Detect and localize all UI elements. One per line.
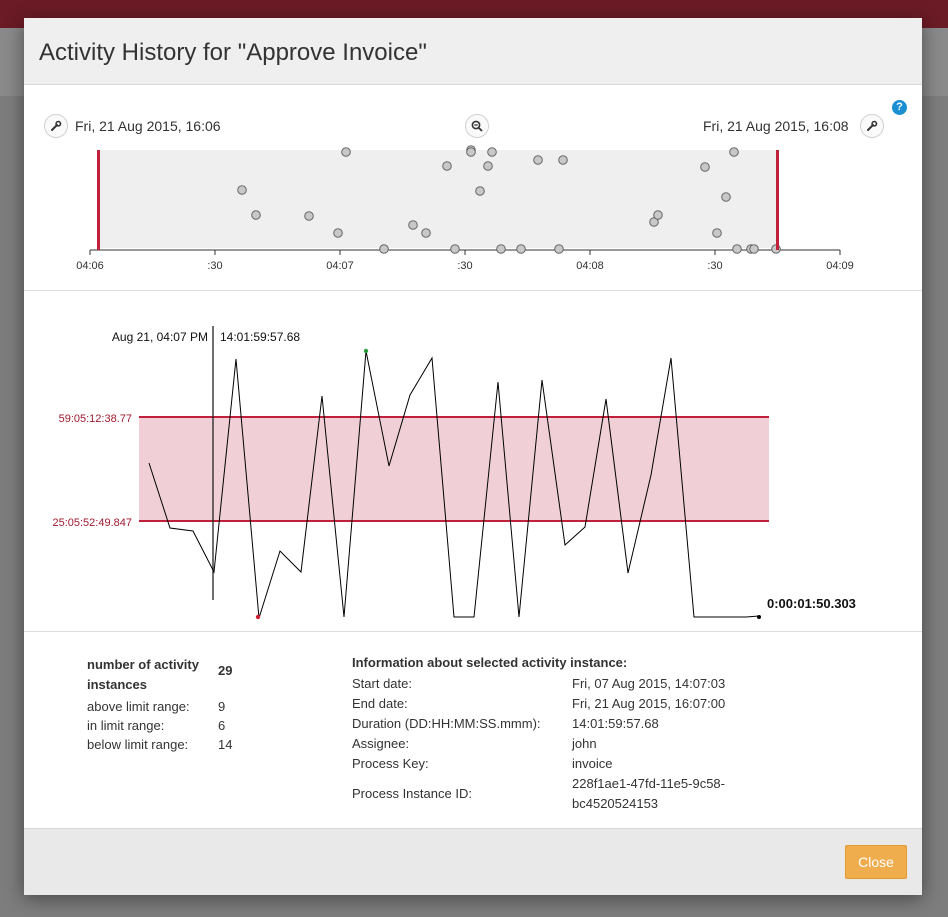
timeline-instance-dot[interactable] [466, 147, 476, 157]
hover-value-label: 14:01:59:57.68 [220, 330, 300, 344]
process-instance-value-line-1: 228f1ae1-47fd-11e5-9c58- [572, 776, 725, 791]
activity-history-modal: Activity History for "Approve Invoice" ?… [24, 18, 922, 895]
stats-in-value: 6 [218, 718, 226, 733]
end-date-value: Fri, 21 Aug 2015, 16:07:00 [572, 696, 726, 711]
timeline-instance-dot[interactable] [496, 244, 506, 254]
timeline-instance-dot[interactable] [483, 161, 493, 171]
duration-line-chart[interactable]: 59:05:12:38.77 25:05:52:49.847 Aug 21, 0… [24, 300, 922, 620]
timeline-scatter-chart[interactable]: 04:06 :30 04:07 :30 04:08 :30 04:09 [24, 144, 922, 294]
timeline-instance-dot[interactable] [333, 228, 343, 238]
timeline-instance-dot[interactable] [749, 244, 759, 254]
timeline-instance-dot[interactable] [251, 210, 261, 220]
selection-end-handle[interactable] [776, 150, 779, 250]
end-date-label: End date: [352, 696, 408, 711]
info-heading: Information about selected activity inst… [352, 655, 628, 670]
timeline-tick-label: :30 [707, 260, 722, 272]
stats-above-label: above limit range: [87, 699, 190, 714]
timeline-instance-dot[interactable] [379, 244, 389, 254]
stats-above-value: 9 [218, 699, 226, 714]
timeline-instance-dot[interactable] [450, 244, 460, 254]
timeline-instance-dot[interactable] [442, 161, 452, 171]
timeline-instance-dot[interactable] [533, 155, 543, 165]
timeline-instance-dot[interactable] [732, 244, 742, 254]
timeline-instance-dot[interactable] [729, 147, 739, 157]
timeline-tick-label: :30 [207, 260, 222, 272]
timeline-instance-dot[interactable] [408, 220, 418, 230]
assignee-value: john [572, 736, 597, 751]
start-date-label: Start date: [352, 676, 412, 691]
timeline-instance-dot[interactable] [653, 210, 663, 220]
assignee-label: Assignee: [352, 736, 410, 751]
timeline-tick-label: 04:07 [326, 260, 354, 272]
stats-below-label: below limit range: [87, 737, 189, 752]
modal-footer: Close [24, 828, 922, 895]
close-button[interactable]: Close [845, 845, 907, 879]
last-value-label: 0:00:01:50.303 [767, 596, 856, 611]
end-wrench-icon[interactable] [860, 114, 884, 138]
timeline-instance-dot[interactable] [721, 192, 731, 202]
timeline-instance-dot[interactable] [304, 211, 314, 221]
max-point-marker[interactable] [363, 348, 369, 354]
selection-start-handle[interactable] [97, 150, 100, 250]
start-date-value: Fri, 07 Aug 2015, 14:07:03 [572, 676, 726, 691]
zoom-out-icon[interactable] [465, 114, 489, 138]
timeline-tick-label: 04:06 [76, 260, 104, 272]
timeline-tick-label: 04:09 [826, 260, 854, 272]
section-divider [24, 631, 922, 632]
process-instance-label: Process Instance ID: [352, 786, 472, 801]
limit-range-band [139, 417, 769, 521]
timeline-instance-dot[interactable] [516, 244, 526, 254]
stats-in-label: in limit range: [87, 718, 165, 733]
help-icon[interactable]: ? [892, 100, 907, 115]
duration-value: 14:01:59:57.68 [572, 716, 659, 731]
process-instance-value-line-2: bc4520524153 [572, 796, 659, 811]
hover-date-label: Aug 21, 04:07 PM [112, 330, 208, 344]
timeline-start-date: Fri, 21 Aug 2015, 16:06 [75, 118, 221, 134]
process-key-value: invoice [572, 756, 613, 771]
section-divider [24, 290, 922, 291]
timeline-instance-dot[interactable] [341, 147, 351, 157]
process-key-label: Process Key: [352, 756, 429, 771]
timeline-instance-dot[interactable] [475, 186, 485, 196]
duration-label: Duration (DD:HH:MM:SS.mmm): [352, 716, 541, 731]
timeline-instance-dot[interactable] [554, 244, 564, 254]
timeline-instance-dot[interactable] [237, 185, 247, 195]
stats-total-value: 29 [218, 663, 233, 678]
modal-header: Activity History for "Approve Invoice" [24, 18, 922, 85]
start-wrench-icon[interactable] [44, 114, 68, 138]
timeline-instance-dot[interactable] [700, 162, 710, 172]
timeline-instance-dot[interactable] [421, 228, 431, 238]
upper-limit-label: 59:05:12:38.77 [59, 413, 132, 425]
timeline-tick-label: 04:08 [576, 260, 604, 272]
lower-limit-label: 25:05:52:49.847 [52, 517, 132, 529]
last-point-marker[interactable] [757, 615, 761, 619]
timeline-instance-dot[interactable] [558, 155, 568, 165]
timeline-instance-dot[interactable] [712, 228, 722, 238]
stats-total-label: number of activity instances [87, 657, 199, 692]
timeline-end-date: Fri, 21 Aug 2015, 16:08 [703, 118, 849, 134]
timeline-instance-dot[interactable] [487, 147, 497, 157]
min-point-marker[interactable] [255, 614, 261, 620]
modal-title: Activity History for "Approve Invoice" [39, 39, 427, 66]
timeline-tick-label: :30 [457, 260, 472, 272]
stats-table: number of activity instances 29 above li… [87, 653, 232, 754]
stats-below-value: 14 [218, 737, 233, 752]
timeline-selection-area[interactable] [98, 150, 778, 248]
